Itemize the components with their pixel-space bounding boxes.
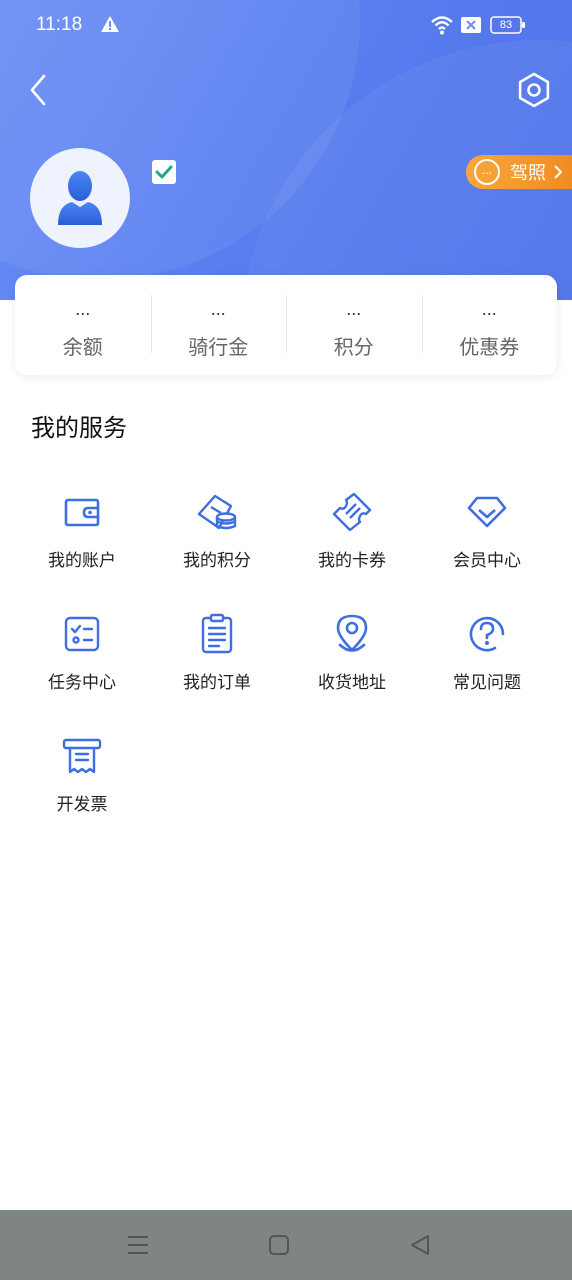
stat-label: 余额: [62, 335, 103, 359]
home-square-icon[interactable]: [266, 1232, 292, 1258]
service-faq[interactable]: 常见问题: [420, 602, 554, 712]
service-label: 收货地址: [318, 673, 386, 693]
stats-card: ... 余额 ... 骑行金 ... 积分 ... 优惠券: [15, 275, 557, 375]
stat-label: 优惠券: [459, 335, 520, 359]
driver-license-badge[interactable]: ... 驾照: [466, 155, 572, 189]
user-avatar-icon: [58, 171, 102, 225]
location-pin-icon: [336, 614, 368, 652]
verified-check-icon: [152, 160, 176, 184]
ticket-icon: [332, 492, 372, 532]
service-my-coupons[interactable]: 我的卡券: [285, 480, 419, 590]
service-issue-invoice[interactable]: 开发票: [15, 724, 149, 834]
service-task-center[interactable]: 任务中心: [15, 602, 149, 712]
service-my-orders[interactable]: 我的订单: [150, 602, 284, 712]
service-label: 我的积分: [183, 551, 251, 571]
service-member-center[interactable]: 会员中心: [420, 480, 554, 590]
question-icon: [469, 616, 505, 652]
points-coins-icon: [197, 494, 237, 530]
status-bar: 11:18 83: [0, 0, 572, 52]
stat-label: 骑行金: [188, 335, 249, 359]
profile-header: 11:18 83 ... 驾照: [0, 0, 572, 300]
service-my-points[interactable]: 我的积分: [150, 480, 284, 590]
stat-label: 积分: [333, 335, 374, 359]
settings-gear-icon[interactable]: [514, 70, 554, 110]
menu-icon[interactable]: [125, 1232, 151, 1258]
battery-level: 83: [499, 19, 513, 31]
service-label: 任务中心: [48, 673, 116, 693]
system-navigation-bar: [0, 1210, 572, 1280]
back-triangle-icon[interactable]: [407, 1232, 433, 1258]
wallet-icon: [64, 498, 100, 527]
battery-icon: 83: [490, 16, 526, 34]
chevron-right-icon: [554, 165, 563, 179]
sim-off-icon: [461, 17, 481, 33]
stat-value: ...: [481, 299, 497, 319]
service-label: 会员中心: [453, 551, 521, 571]
avatar[interactable]: [30, 148, 130, 248]
back-button[interactable]: [24, 70, 56, 110]
license-status-icon: ...: [474, 159, 500, 185]
license-label: 驾照: [510, 163, 546, 184]
service-label: 我的订单: [183, 673, 251, 693]
status-time: 11:18: [36, 14, 83, 35]
stat-balance[interactable]: ... 余额: [15, 275, 151, 375]
stat-value: ...: [346, 299, 362, 319]
service-label: 常见问题: [453, 673, 521, 693]
section-title-services: 我的服务: [31, 414, 127, 442]
stat-riding-gold[interactable]: ... 骑行金: [150, 275, 287, 375]
service-label: 开发票: [56, 795, 108, 815]
wifi-icon: [431, 16, 453, 35]
diamond-icon: [467, 496, 507, 528]
invoice-icon: [62, 738, 102, 774]
warning-icon: [101, 16, 119, 32]
service-label: 我的账户: [48, 551, 116, 571]
stat-points[interactable]: ... 积分: [286, 275, 422, 375]
clipboard-icon: [201, 613, 233, 654]
stat-value: ...: [210, 299, 226, 319]
stat-value: ...: [75, 299, 91, 319]
service-shipping-address[interactable]: 收货地址: [285, 602, 419, 712]
task-list-icon: [64, 616, 100, 652]
service-label: 我的卡券: [318, 551, 386, 571]
stat-coupons[interactable]: ... 优惠券: [421, 275, 558, 375]
service-my-account[interactable]: 我的账户: [15, 480, 149, 590]
